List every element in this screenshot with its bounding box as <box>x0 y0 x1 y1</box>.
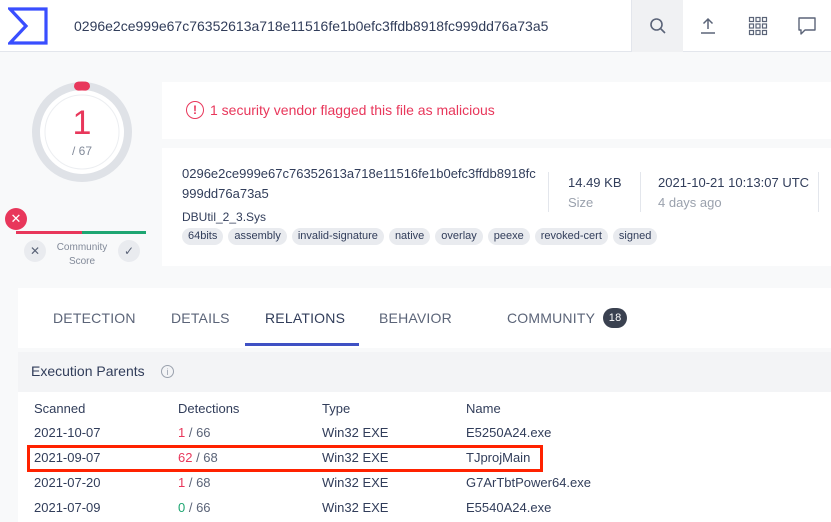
apps-grid-button[interactable] <box>733 0 783 52</box>
table-row[interactable]: 2021-10-07 1 / 66 Win32 EXE E5250A24.exe <box>18 421 831 445</box>
row-detections: 0 / 66 <box>178 500 211 515</box>
search-button[interactable] <box>631 0 683 52</box>
tag[interactable]: revoked-cert <box>534 228 608 245</box>
search-input[interactable] <box>58 2 630 50</box>
upload-icon <box>701 17 715 34</box>
top-bar <box>0 0 831 52</box>
search-icon <box>649 18 666 34</box>
community-score-marker-icon: ✕ <box>5 208 27 230</box>
column-header-type: Type <box>322 401 351 416</box>
divider <box>548 172 549 212</box>
chat-icon <box>798 17 816 35</box>
tab-community-label: COMMUNITY <box>507 310 596 326</box>
row-name[interactable]: G7ArTbtPower64.exe <box>466 475 591 490</box>
tag[interactable]: assembly <box>228 228 287 245</box>
row-scanned: 2021-09-07 <box>34 450 101 465</box>
table-row[interactable]: 2021-07-20 1 / 68 Win32 EXE G7ArTbtPower… <box>18 471 831 495</box>
community-score-positive <box>82 231 146 234</box>
tag[interactable]: overlay <box>435 228 483 245</box>
alert-circle-icon: ! <box>186 101 204 119</box>
row-name[interactable]: E5250A24.exe <box>466 425 551 440</box>
tab-behavior[interactable]: BEHAVIOR <box>379 288 452 348</box>
row-scanned: 2021-10-07 <box>34 425 101 440</box>
table-row[interactable]: 2021-07-09 0 / 66 Win32 EXE E5540A24.exe <box>18 496 831 520</box>
tab-detection[interactable]: DETECTION <box>53 288 136 348</box>
detection-score-gauge: 1 / 67 <box>30 80 134 184</box>
detection-count: 1 <box>72 104 92 142</box>
tab-community[interactable]: COMMUNITY 18 <box>507 288 628 348</box>
community-score-negative <box>16 231 82 234</box>
row-scanned: 2021-07-09 <box>34 500 101 515</box>
file-size-value: 14.49 KB <box>568 175 622 190</box>
tag[interactable]: 64bits <box>182 228 224 245</box>
chat-button[interactable] <box>782 0 831 52</box>
community-score-bar <box>16 231 146 234</box>
row-type: Win32 EXE <box>322 450 389 465</box>
file-hash[interactable]: 0296e2ce999e67c76352613a718e11516fe1b0ef… <box>182 164 537 204</box>
active-tab-indicator <box>245 343 359 346</box>
virustotal-logo[interactable] <box>6 7 48 45</box>
engine-total: / 67 <box>71 144 92 158</box>
column-header-detections: Detections <box>178 401 240 416</box>
row-scanned: 2021-07-20 <box>34 475 101 490</box>
malicious-alert: ! 1 security vendor flagged this file as… <box>162 82 831 139</box>
tag[interactable]: invalid-signature <box>291 228 384 245</box>
tab-relations[interactable]: RELATIONS <box>265 288 345 348</box>
row-detections: 1 / 66 <box>178 425 211 440</box>
vote-malicious-button[interactable]: ✕ <box>24 240 46 262</box>
info-icon[interactable]: i <box>161 365 174 378</box>
file-info-card: 0296e2ce999e67c76352613a718e11516fe1b0ef… <box>162 148 831 266</box>
community-score-label: Community Score <box>56 242 108 267</box>
file-size-label: Size <box>568 195 594 210</box>
row-type: Win32 EXE <box>322 425 389 440</box>
last-analysis-relative: 4 days ago <box>658 195 722 210</box>
last-analysis-date: 2021-10-21 10:13:07 UTC <box>658 175 810 190</box>
community-count-badge: 18 <box>603 308 628 328</box>
tag[interactable]: peexe <box>487 228 530 245</box>
section-title: Execution Parents <box>31 363 145 379</box>
column-header-name: Name <box>466 401 501 416</box>
row-detections: 62 / 68 <box>178 450 218 465</box>
execution-parents-header: Execution Parents i <box>18 352 831 392</box>
divider <box>818 172 819 212</box>
file-name: DBUtil_2_3.Sys <box>182 210 267 224</box>
column-header-scanned: Scanned <box>34 401 86 416</box>
upload-button[interactable] <box>683 0 733 52</box>
row-type: Win32 EXE <box>322 475 389 490</box>
relations-panel: Execution Parents i Scanned Detections T… <box>18 352 831 522</box>
row-name[interactable]: E5540A24.exe <box>466 500 551 515</box>
tag[interactable]: signed <box>612 228 658 245</box>
apps-grid-icon <box>748 16 768 36</box>
close-icon: ✕ <box>29 244 41 258</box>
tab-details[interactable]: DETAILS <box>171 288 230 348</box>
divider <box>640 172 641 212</box>
alert-text: 1 security vendor flagged this file as m… <box>210 102 495 118</box>
vote-harmless-button[interactable]: ✓ <box>118 240 140 262</box>
row-type: Win32 EXE <box>322 500 389 515</box>
report-tabs: DETECTION DETAILS RELATIONS BEHAVIOR COM… <box>18 288 831 348</box>
table-row[interactable]: 2021-09-07 62 / 68 Win32 EXE TJprojMain <box>18 446 831 470</box>
row-name[interactable]: TJprojMain <box>466 450 530 465</box>
tag[interactable]: native <box>388 228 431 245</box>
row-detections: 1 / 68 <box>178 475 211 490</box>
tag-list: 64bits assembly invalid-signature native… <box>182 228 658 245</box>
check-icon: ✓ <box>123 244 135 258</box>
